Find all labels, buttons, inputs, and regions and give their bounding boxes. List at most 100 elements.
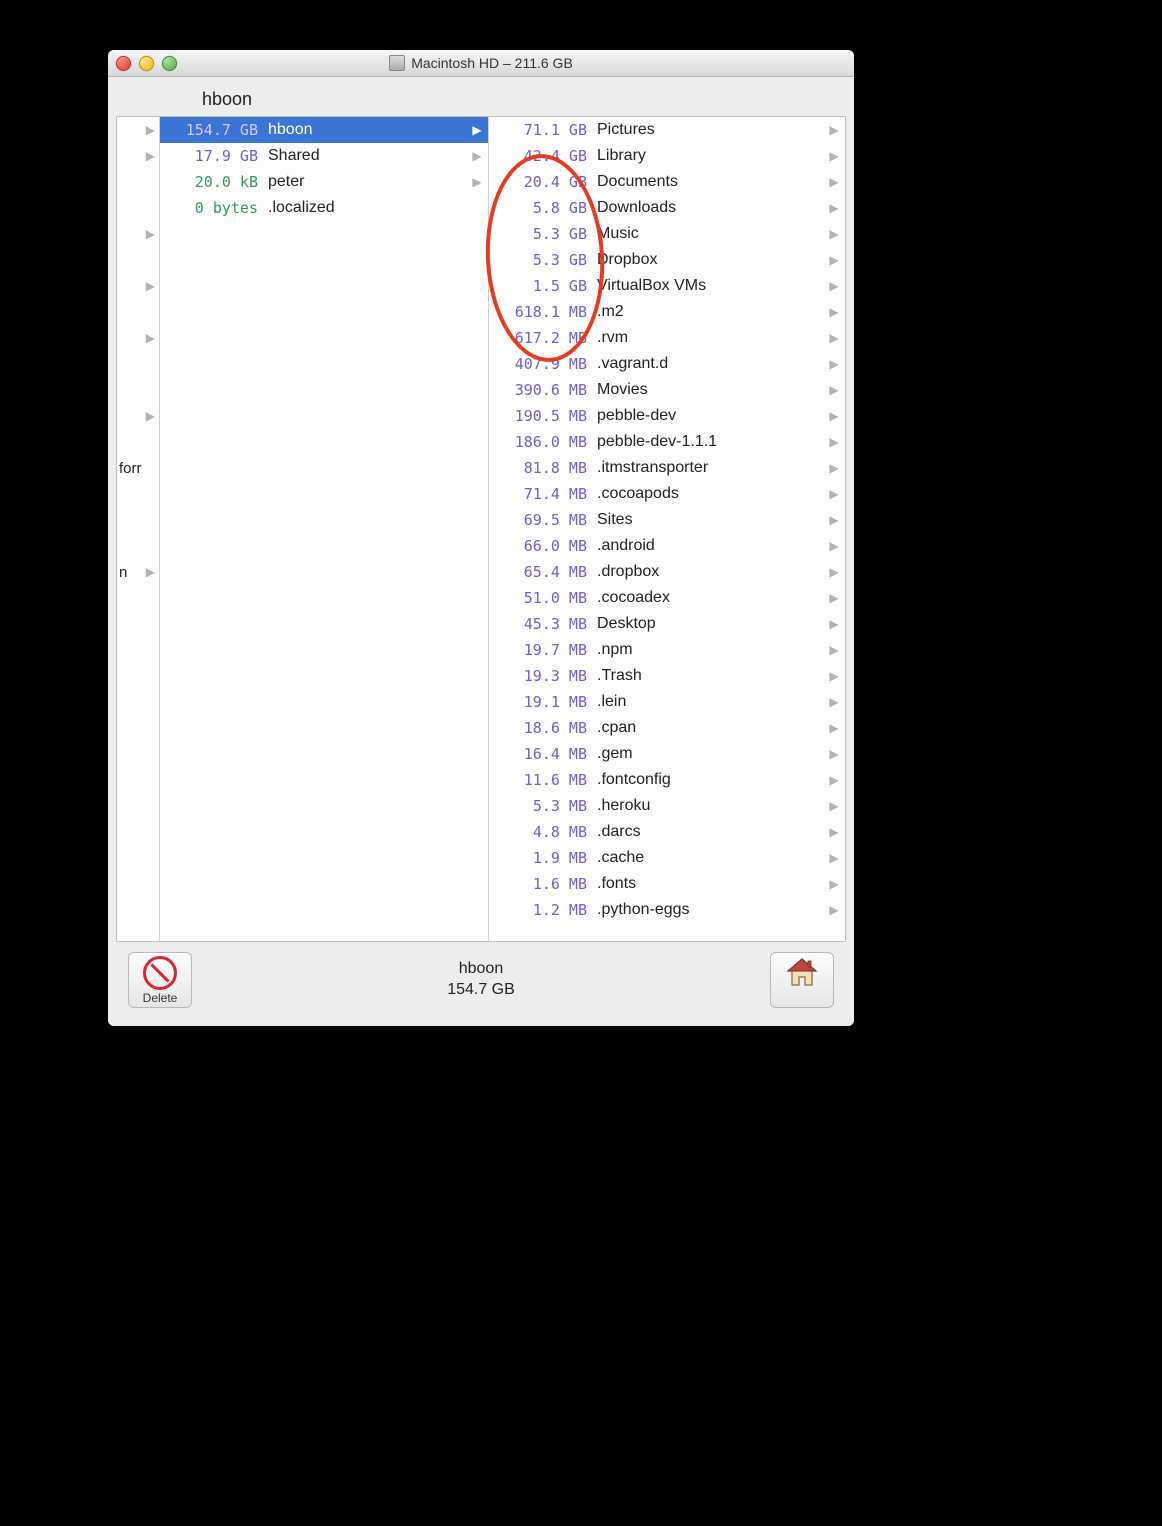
chevron-right-icon: ▶	[827, 617, 841, 631]
parent-stub-row[interactable]: ▶	[117, 117, 159, 143]
parent-stub-row[interactable]: forr	[117, 455, 159, 481]
list-item[interactable]: 71.1 GBPictures▶	[489, 117, 845, 143]
parent-stub-row[interactable]	[117, 377, 159, 403]
list-item[interactable]: 1.2 MB.python-eggs▶	[489, 897, 845, 923]
item-name: .darcs	[597, 823, 827, 841]
chevron-right-icon: ▶	[827, 591, 841, 605]
parent-stub-row[interactable]	[117, 429, 159, 455]
column-parent-cropped[interactable]: ▶▶▶▶▶▶forrn▶	[117, 117, 160, 941]
list-item[interactable]: 19.7 MB.npm▶	[489, 637, 845, 663]
chevron-right-icon: ▶	[827, 565, 841, 579]
parent-stub-row[interactable]	[117, 299, 159, 325]
item-size: 71.4 MB	[495, 485, 597, 503]
chevron-right-icon: ▶	[827, 747, 841, 761]
list-item[interactable]: 18.6 MB.cpan▶	[489, 715, 845, 741]
list-item[interactable]: 51.0 MB.cocoadex▶	[489, 585, 845, 611]
zoom-icon[interactable]	[162, 56, 177, 71]
window-body: hboon ▶▶▶▶▶▶forrn▶ 154.7 GBhboon▶17.9 GB…	[108, 77, 854, 1026]
parent-stub-row[interactable]: ▶	[117, 221, 159, 247]
parent-stub-row[interactable]	[117, 481, 159, 507]
chevron-right-icon: ▶	[827, 123, 841, 137]
parent-stub-row[interactable]	[117, 195, 159, 221]
parent-stub-row[interactable]	[117, 507, 159, 533]
list-item[interactable]: 1.5 GBVirtualBox VMs▶	[489, 273, 845, 299]
chevron-right-icon: ▶	[827, 539, 841, 553]
item-size: 16.4 MB	[495, 745, 597, 763]
parent-stub-row[interactable]: ▶	[117, 403, 159, 429]
item-size: 154.7 GB	[166, 121, 268, 139]
chevron-right-icon: ▶	[827, 409, 841, 423]
list-item[interactable]: 390.6 MBMovies▶	[489, 377, 845, 403]
chevron-right-icon: ▶	[827, 227, 841, 241]
chevron-right-icon: ▶	[827, 435, 841, 449]
list-item[interactable]: 66.0 MB.android▶	[489, 533, 845, 559]
parent-stub-text: forr	[119, 460, 142, 477]
item-size: 5.3 GB	[495, 225, 597, 243]
list-item[interactable]: 618.1 MB.m2▶	[489, 299, 845, 325]
item-name: .localized	[268, 199, 470, 217]
list-item[interactable]: 19.3 MB.Trash▶	[489, 663, 845, 689]
item-name: .m2	[597, 303, 827, 321]
list-item[interactable]: 4.8 MB.darcs▶	[489, 819, 845, 845]
list-item[interactable]: 5.3 GBDropbox▶	[489, 247, 845, 273]
parent-stub-row[interactable]	[117, 247, 159, 273]
window-title-text: Macintosh HD – 211.6 GB	[411, 55, 573, 71]
list-item[interactable]: 17.9 GBShared▶	[160, 143, 488, 169]
chevron-right-icon: ▶	[827, 331, 841, 345]
item-size: 66.0 MB	[495, 537, 597, 555]
footer: Delete hboon 154.7 GB	[116, 942, 846, 1014]
close-icon[interactable]	[116, 56, 131, 71]
parent-stub-row[interactable]: ▶	[117, 143, 159, 169]
list-item[interactable]: 186.0 MBpebble-dev-1.1.1▶	[489, 429, 845, 455]
list-item[interactable]: 154.7 GBhboon▶	[160, 117, 488, 143]
list-item[interactable]: 11.6 MB.fontconfig▶	[489, 767, 845, 793]
list-item[interactable]: 190.5 MBpebble-dev▶	[489, 403, 845, 429]
parent-stub-row[interactable]: ▶	[117, 325, 159, 351]
list-item[interactable]: 81.8 MB.itmstransporter▶	[489, 455, 845, 481]
list-item[interactable]: 71.4 MB.cocoapods▶	[489, 481, 845, 507]
list-item[interactable]: 16.4 MB.gem▶	[489, 741, 845, 767]
item-name: Pictures	[597, 121, 827, 139]
list-item[interactable]: 1.6 MB.fonts▶	[489, 871, 845, 897]
item-name: .cocoapods	[597, 485, 827, 503]
parent-stub-row[interactable]: n▶	[117, 559, 159, 585]
list-item[interactable]: 1.9 MB.cache▶	[489, 845, 845, 871]
column-users[interactable]: 154.7 GBhboon▶17.9 GBShared▶20.0 kBpeter…	[160, 117, 489, 941]
parent-stub-row[interactable]	[117, 533, 159, 559]
list-item[interactable]: 65.4 MB.dropbox▶	[489, 559, 845, 585]
item-size: 20.4 GB	[495, 173, 597, 191]
item-size: 81.8 MB	[495, 459, 597, 477]
minimize-icon[interactable]	[139, 56, 154, 71]
delete-button[interactable]: Delete	[128, 952, 192, 1008]
chevron-right-icon: ▶	[827, 357, 841, 371]
item-name: .heroku	[597, 797, 827, 815]
chevron-right-icon: ▶	[827, 903, 841, 917]
item-size: 617.2 MB	[495, 329, 597, 347]
list-item[interactable]: 69.5 MBSites▶	[489, 507, 845, 533]
item-size: 19.3 MB	[495, 667, 597, 685]
list-item[interactable]: 20.0 kBpeter▶	[160, 169, 488, 195]
column-browser: ▶▶▶▶▶▶forrn▶ 154.7 GBhboon▶17.9 GBShared…	[116, 116, 846, 942]
list-item[interactable]: 19.1 MB.lein▶	[489, 689, 845, 715]
parent-stub-text: n	[119, 564, 127, 581]
item-name: .gem	[597, 745, 827, 763]
footer-info: hboon 154.7 GB	[447, 959, 515, 1001]
list-item[interactable]: 5.8 GBDownloads▶	[489, 195, 845, 221]
list-item[interactable]: 407.9 MB.vagrant.d▶	[489, 351, 845, 377]
column-home[interactable]: 71.1 GBPictures▶42.4 GBLibrary▶20.4 GBDo…	[489, 117, 845, 941]
parent-stub-row[interactable]	[117, 351, 159, 377]
item-size: 618.1 MB	[495, 303, 597, 321]
list-item[interactable]: 42.4 GBLibrary▶	[489, 143, 845, 169]
list-item[interactable]: 5.3 GBMusic▶	[489, 221, 845, 247]
item-name: .rvm	[597, 329, 827, 347]
list-item[interactable]: 5.3 MB.heroku▶	[489, 793, 845, 819]
list-item[interactable]: 617.2 MB.rvm▶	[489, 325, 845, 351]
parent-stub-row[interactable]: ▶	[117, 273, 159, 299]
chevron-right-icon: ▶	[827, 487, 841, 501]
list-item[interactable]: 20.4 GBDocuments▶	[489, 169, 845, 195]
list-item[interactable]: 0 bytes.localized	[160, 195, 488, 221]
parent-stub-row[interactable]	[117, 169, 159, 195]
list-item[interactable]: 45.3 MBDesktop▶	[489, 611, 845, 637]
home-button[interactable]	[770, 952, 834, 1008]
item-size: 1.9 MB	[495, 849, 597, 867]
